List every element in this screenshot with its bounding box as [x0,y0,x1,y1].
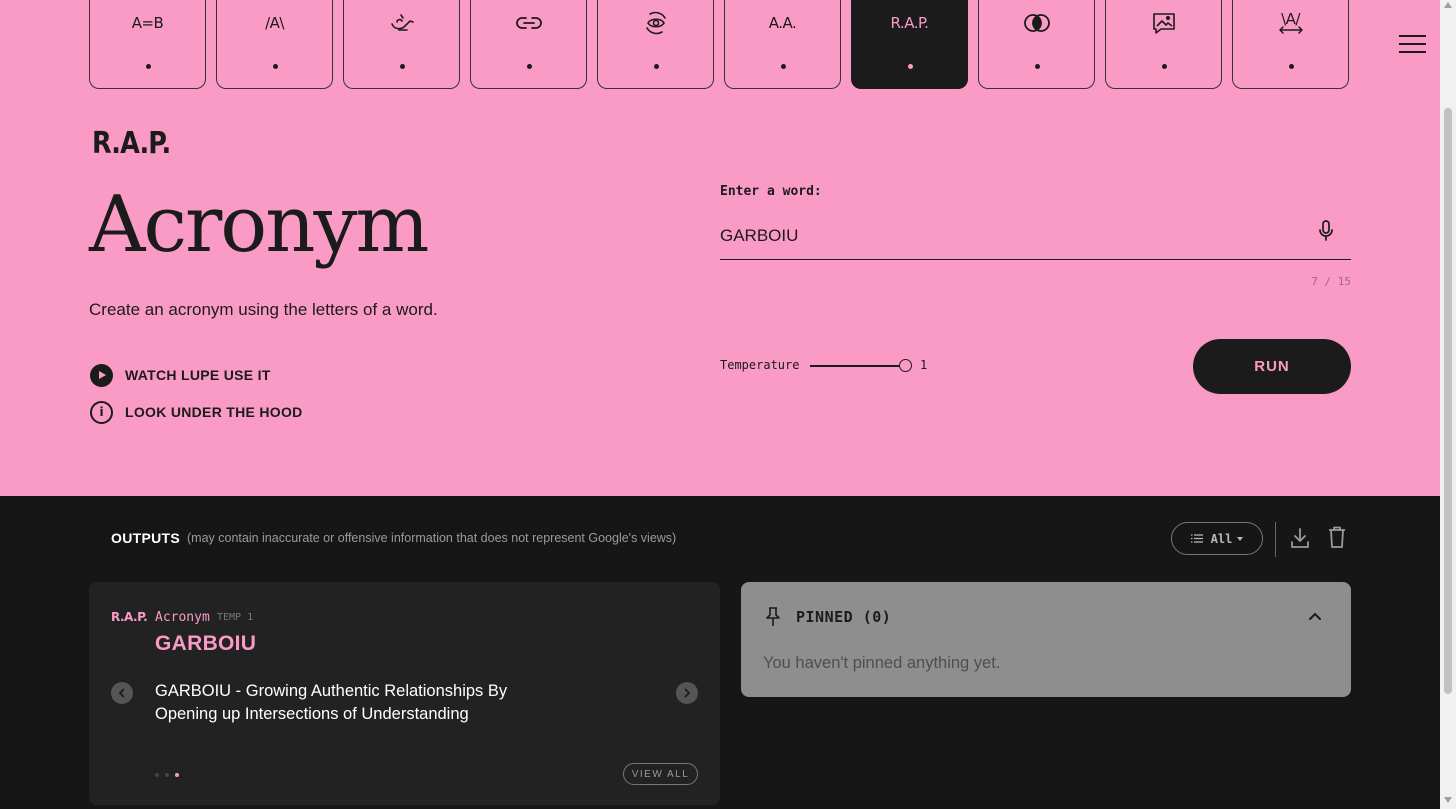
menu-line [1399,43,1426,45]
info-icon: i [90,400,113,424]
play-icon [90,363,113,387]
output-result-card: R.A.P. Acronym TEMP 1 GARBOIU GARBOIU - … [89,582,720,805]
card-input-word: GARBOIU [155,632,257,655]
temperature-label: Temperature [720,358,800,372]
outputs-title: OUTPUTS [111,530,180,546]
link-icon [471,10,586,36]
scroll-down-arrow-icon[interactable] [1444,797,1452,803]
microphone-icon[interactable] [1316,219,1336,243]
tool-tile-unfold[interactable]: \A/ [1232,0,1349,89]
tool-dot [527,64,532,69]
outputs-section: OUTPUTS (may contain inaccurate or offen… [0,496,1440,809]
scroll-up-arrow-icon[interactable] [1444,2,1452,8]
pin-icon [766,607,780,626]
menu-line [1399,51,1426,53]
carousel-dots [155,773,179,777]
card-output-text: GARBOIU - Growing Authentic Relationship… [155,682,508,723]
tool-selector: A=B /A\ A.A. R.A.P. \A/ [89,0,1351,89]
page-title: Acronym [89,180,430,270]
magic-lamp-icon [344,10,459,36]
tool-tile-intersection[interactable] [978,0,1095,89]
card-tool-name: Acronym [155,610,210,625]
tool-dot [273,64,278,69]
card-tool-logo: R.A.P. [111,610,148,624]
trash-icon[interactable] [1328,526,1346,548]
tool-tile-semantic-transfer[interactable] [343,0,460,89]
carousel-previous-button[interactable] [111,682,133,704]
carousel-next-button[interactable] [676,682,698,704]
menu-line [1399,35,1426,37]
outputs-disclaimer: (may contain inaccurate or offensive inf… [187,531,677,545]
tool-dot [1162,64,1167,69]
tool-dot [1035,64,1040,69]
tool-logo: R.A.P. [92,126,171,161]
character-count: 7 / 15 [1311,275,1351,288]
carousel-dot[interactable] [165,773,169,777]
watch-lupe-link[interactable]: WATCH LUPE USE IT [90,363,271,387]
tool-dot [654,64,659,69]
chevron-right-icon [684,688,691,698]
list-icon [1190,534,1203,543]
watch-lupe-label: WATCH LUPE USE IT [125,367,271,383]
tool-tile-alliteration[interactable]: A.A. [724,0,841,89]
tool-tile-scene[interactable] [1105,0,1222,89]
chevron-down-icon [1237,536,1244,541]
tool-dot [146,64,151,69]
tool-dot [400,64,405,69]
hamburger-menu-icon[interactable] [1399,35,1426,53]
tool-dot [781,64,786,69]
tool-tile-pov[interactable] [597,0,714,89]
temperature-value: 1 [920,358,928,372]
carousel-dot[interactable] [155,773,159,777]
alliteration-icon: A.A. [768,14,797,32]
under-the-hood-link[interactable]: i LOOK UNDER THE HOOD [90,400,303,424]
tool-tile-acronym[interactable]: R.A.P. [851,0,968,89]
tool-dot [908,64,913,69]
chevron-up-icon[interactable] [1308,609,1322,623]
run-button[interactable]: RUN [1193,339,1351,394]
toolbar-divider [1275,522,1276,557]
eye-rotate-icon [598,10,713,36]
acronym-icon: R.A.P. [890,14,929,32]
word-input-label: Enter a word: [720,184,822,199]
output-filter-dropdown[interactable]: All [1171,522,1263,555]
unexpect-icon: /A\ [265,14,284,32]
tool-description: Create an acronym using the letters of a… [89,300,438,319]
chevron-left-icon [118,688,125,698]
temperature-slider-thumb[interactable] [899,359,912,372]
tool-dot [1289,64,1294,69]
word-input[interactable] [720,212,1351,260]
overlap-circles-icon [979,10,1094,36]
card-temperature: TEMP 1 [217,612,254,623]
carousel-dot-active[interactable] [175,773,179,777]
filter-label: All [1210,531,1233,546]
pinned-title: PINNED (0) [796,608,892,626]
pinned-empty-message: You haven't pinned anything yet. [763,654,1001,672]
temperature-slider[interactable] [810,365,905,367]
unfold-glyph: \A/ [1281,10,1300,28]
view-all-button[interactable]: VIEW ALL [623,763,698,785]
under-the-hood-label: LOOK UNDER THE HOOD [125,404,303,420]
page-scrollbar[interactable] [1440,0,1456,809]
download-icon[interactable] [1290,527,1310,549]
same-different-icon: A=B [131,14,164,32]
tool-tile-unexpect[interactable]: /A\ [216,0,333,89]
tool-tile-chain[interactable] [470,0,587,89]
image-frame-icon [1106,10,1221,36]
pinned-panel: PINNED (0) You haven't pinned anything y… [741,582,1351,697]
unfold-icon: \A/ [1233,10,1348,36]
scrollbar-thumb[interactable] [1444,108,1452,694]
tool-tile-same-different[interactable]: A=B [89,0,206,89]
